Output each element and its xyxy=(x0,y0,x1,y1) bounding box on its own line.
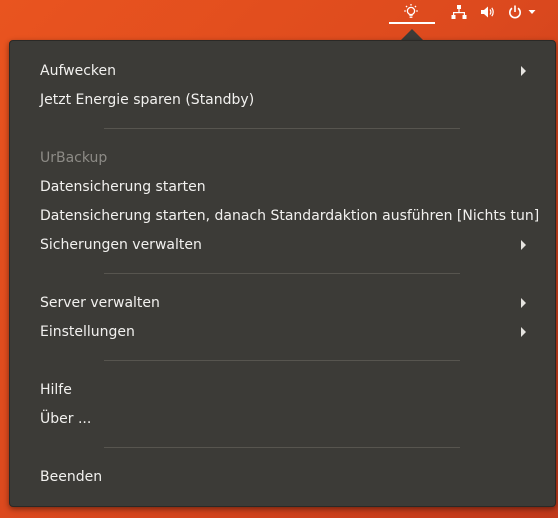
menu-item-label: UrBackup xyxy=(40,150,108,166)
system-menu-button[interactable] xyxy=(505,0,539,24)
menu-item-quit[interactable]: Beenden xyxy=(40,465,102,489)
menu-item-label: Einstellungen xyxy=(40,324,135,340)
submenu-arrow-icon xyxy=(521,298,526,308)
top-panel xyxy=(0,0,558,24)
menu-item-label: Über ... xyxy=(40,411,92,427)
submenu-arrow-icon xyxy=(521,327,526,337)
menu-item-manage-backups[interactable]: Sicherungen verwalten xyxy=(40,233,202,257)
menu-item-label: Hilfe xyxy=(40,382,72,398)
menu-separator xyxy=(104,128,460,129)
menu-item-label: Datensicherung starten, danach Standarda… xyxy=(40,208,540,224)
lightbulb-icon xyxy=(404,4,418,18)
menu-item-label: Server verwalten xyxy=(40,295,160,311)
menu-item-standby[interactable]: Jetzt Energie sparen (Standby) xyxy=(40,88,254,112)
menu-item-settings[interactable]: Einstellungen xyxy=(40,320,135,344)
menu-item-manage-server[interactable]: Server verwalten xyxy=(40,291,160,315)
menu-item-start-backup[interactable]: Datensicherung starten xyxy=(40,175,206,199)
submenu-arrow-icon xyxy=(521,66,526,76)
menu-separator xyxy=(104,447,460,448)
urbackup-tray-menu: Aufwecken Jetzt Energie sparen (Standby)… xyxy=(9,40,556,507)
menu-separator xyxy=(104,273,460,274)
volume-icon xyxy=(481,6,494,18)
menu-item-label: Datensicherung starten xyxy=(40,179,206,195)
network-button[interactable] xyxy=(449,0,469,24)
active-indicator xyxy=(389,22,435,24)
menu-item-aufwecken[interactable]: Aufwecken xyxy=(40,59,116,83)
menu-item-label: Beenden xyxy=(40,469,103,485)
menu-item-help[interactable]: Hilfe xyxy=(40,378,72,402)
menu-header-urbackup: UrBackup xyxy=(40,146,107,170)
power-icon xyxy=(509,5,521,19)
network-icon xyxy=(451,5,467,19)
menu-item-label: Jetzt Energie sparen (Standby) xyxy=(40,92,255,108)
volume-button[interactable] xyxy=(477,0,497,24)
menu-item-about[interactable]: Über ... xyxy=(40,407,91,431)
menu-item-label: Aufwecken xyxy=(40,63,116,79)
menu-item-label: Sicherungen verwalten xyxy=(40,237,202,253)
urbackup-tray-button[interactable] xyxy=(397,0,425,24)
submenu-arrow-icon xyxy=(521,240,526,250)
menu-item-start-backup-then-action[interactable]: Datensicherung starten, danach Standarda… xyxy=(40,204,539,228)
chevron-down-icon xyxy=(528,10,536,14)
menu-separator xyxy=(104,360,460,361)
